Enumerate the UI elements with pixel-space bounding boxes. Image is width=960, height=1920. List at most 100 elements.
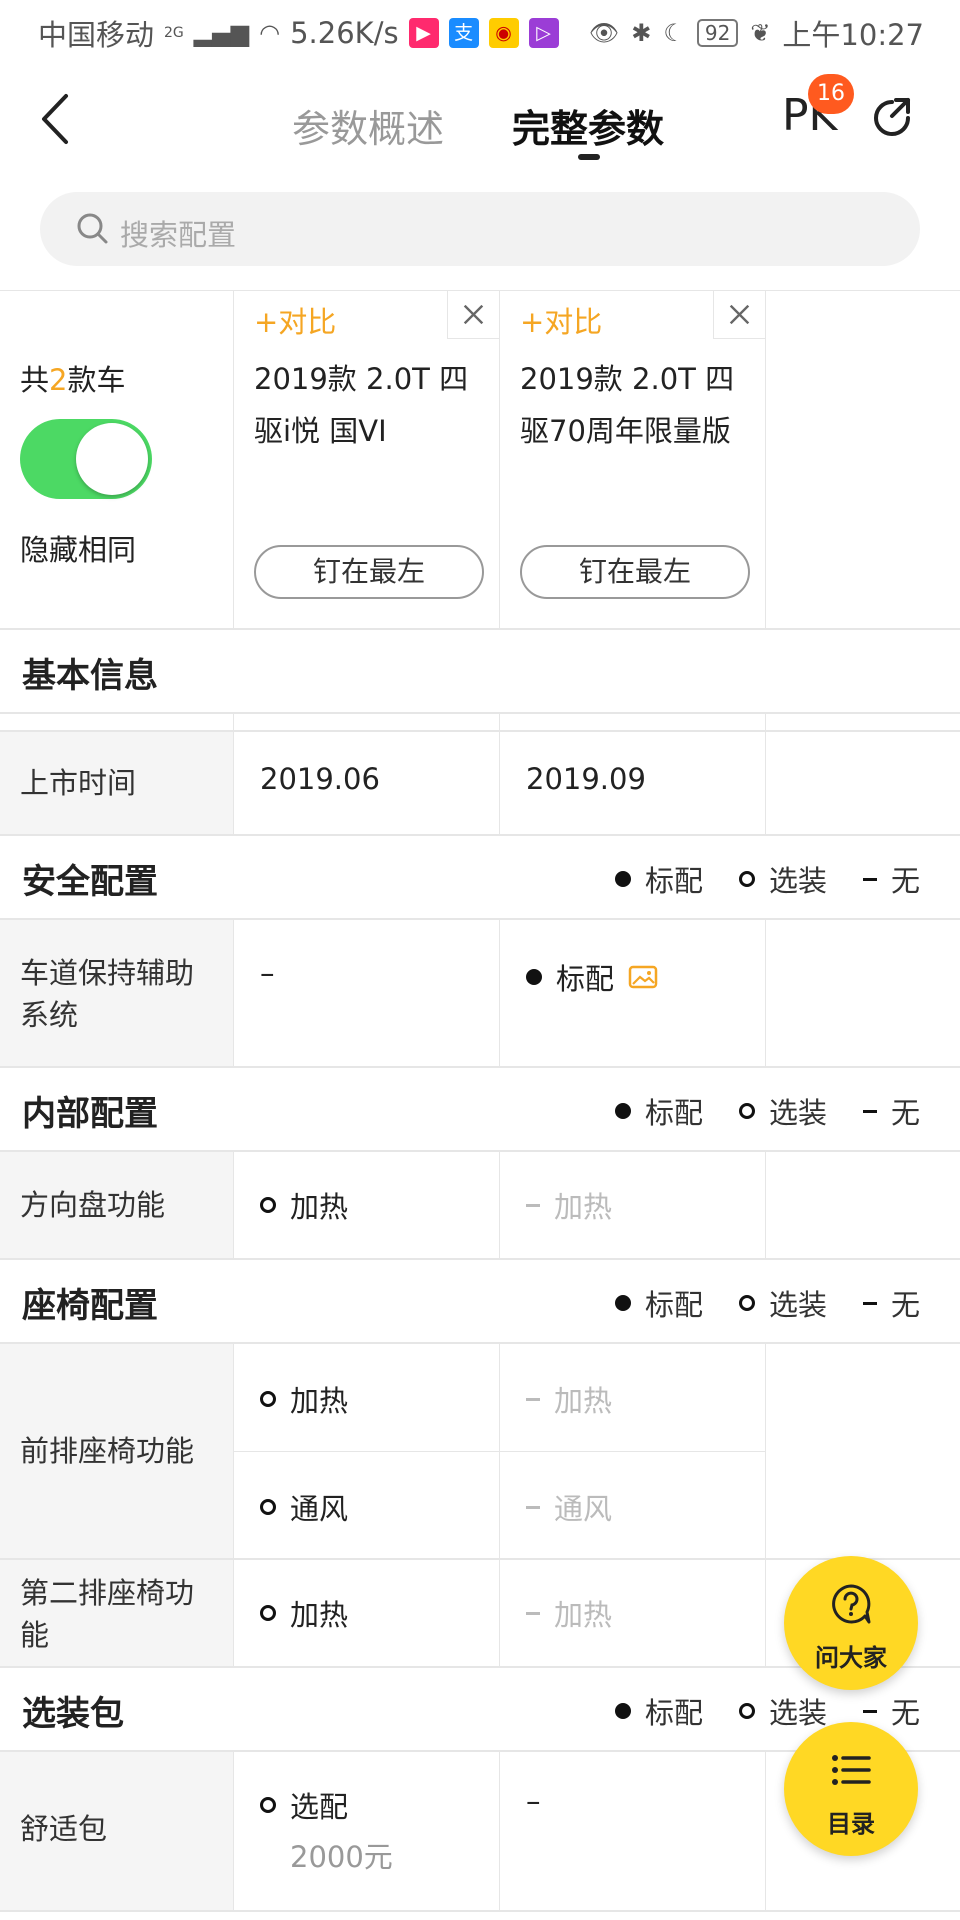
car-name: 2019款 2.0T 四驱i悦 国VI [254,362,469,448]
value-text: 2019.06 [260,762,380,796]
count-prefix: 共 [20,363,50,397]
pin-left-button[interactable]: 钉在最左 [254,545,484,599]
value-cell: 加热 [234,1152,500,1258]
row-label: 第二排座椅功能 [20,1576,195,1652]
pin-left-button[interactable]: 钉在最左 [520,545,750,599]
clock: 上午10:27 [782,18,924,52]
add-compare-button[interactable]: +对比 [254,299,336,341]
car-column-2: +对比 2019款 2.0T 四驱70周年限量版 钉在最左 [500,291,766,629]
legend-text: 选装 [768,1288,827,1322]
legend-text: 标配 [644,1696,703,1730]
signal-bars-icon: ▂▄▆ [193,19,250,47]
section-header-basic: 基本信息 [0,630,960,714]
value-cell: – [234,920,500,1066]
legend-optional: 选装 [738,1690,827,1732]
dash-icon [526,1397,540,1401]
row-label: 舒适包 [20,1812,108,1846]
car-header-left: 共2款车 隐藏相同 [0,291,234,629]
value-none: 加热 [526,1184,612,1226]
divider [234,1451,766,1452]
value-text: 2019.09 [526,762,646,796]
hide-same-label: 隐藏相同 [20,533,137,567]
car-name: 2019款 2.0T 四驱70周年限量版 [520,362,735,448]
tab-overview[interactable]: 参数概述 [292,98,444,153]
value-text: 加热 [290,1384,349,1418]
app-icon-video: ▶ [408,18,439,48]
ring-icon [260,1499,276,1515]
section-header-seats: 座椅配置 标配 选装 无 [0,1260,960,1344]
battery-icon: 92 [696,19,739,47]
close-icon[interactable] [447,291,499,339]
app-icon-purple: ▷ [528,18,559,48]
filled-dot-icon [614,871,631,887]
row-label-cell: 方向盘功能 [0,1152,234,1258]
row-label-cell: 舒适包 [0,1752,234,1910]
legend-standard: 标配 [614,1090,703,1132]
section-title: 基本信息 [22,656,158,696]
value-text: 标配 [556,962,615,996]
search-bar[interactable]: 搜索配置 [40,192,920,266]
close-icon[interactable] [713,291,765,339]
section-header-safety: 安全配置 标配 选装 无 [0,836,960,920]
alipay-icon: 支 [448,18,479,48]
dash-icon [862,1109,877,1113]
leaf-icon: ❦ [750,19,771,47]
section-title: 内部配置 [22,1094,158,1134]
legend-text: 无 [890,1696,920,1730]
legend-optional: 选装 [738,1090,827,1132]
spacer-row [0,714,960,732]
catalog-button[interactable]: 目录 [784,1722,918,1856]
ring-icon [260,1797,276,1813]
legend-text: 标配 [644,864,703,898]
list-icon [832,1755,871,1785]
filled-dot-icon [526,969,542,985]
add-compare-button[interactable]: +对比 [520,299,602,341]
dash-icon [862,877,877,881]
legend-optional: 选装 [738,1282,827,1324]
legend: 标配 选装 无 [614,1090,920,1132]
table-row: 前排座椅功能 加热 通风 加热 通风 [0,1344,960,1560]
value-standard: 标配 [526,956,658,998]
pk-count-badge: 16 [808,74,854,114]
tab-indicator [578,154,600,160]
legend-text: 选装 [768,1096,827,1130]
section-title: 安全配置 [22,862,158,902]
image-icon[interactable] [628,965,658,989]
value-text: – [260,956,275,990]
row-label: 前排座椅功能 [20,1434,195,1468]
hide-same-toggle[interactable] [20,419,152,499]
value-cell: 2019.09 [500,732,766,834]
tab-full-params[interactable]: 完整参数 [512,98,664,153]
app-icon-yellow: ◉ [488,18,519,48]
dash-icon [526,1203,540,1207]
legend-text: 无 [890,1288,920,1322]
dash-icon [862,1301,877,1305]
value-cell: 加热 [500,1560,766,1666]
value-optional: 加热 [260,1184,348,1226]
value-optional: 选配 [260,1784,348,1826]
section-header-interior: 内部配置 标配 选装 无 [0,1068,960,1152]
value-cell: 选配 2000元 [234,1752,500,1910]
value-cell: 标配 [500,920,766,1066]
value-none: 加热 [526,1378,612,1420]
ask-everyone-button[interactable]: 问大家 [784,1556,918,1690]
legend-text: 标配 [644,1288,703,1322]
value-cell: 2019.06 [234,732,500,834]
table-row: 方向盘功能 加热 加热 [0,1152,960,1260]
value-optional: 加热 [260,1378,348,1420]
car-header: 共2款车 隐藏相同 +对比 2019款 2.0T 四驱i悦 国VI 钉在最左 +… [0,290,960,630]
status-bar: 中国移动 2G ▂▄▆ ◠ 5.26K/s ▶ 支 ◉ ▷ 👁 ✱ ☾ 92 ❦… [0,0,960,64]
question-bubble-icon [832,1584,871,1624]
value-none: 加热 [526,1592,612,1634]
car-column-1: +对比 2019款 2.0T 四驱i悦 国VI 钉在最左 [234,291,500,629]
count-number: 2 [49,363,68,397]
value-text: – [526,1784,541,1818]
back-arrow-icon[interactable] [36,92,76,146]
filled-dot-icon [614,1103,631,1119]
legend-text: 无 [890,1096,920,1130]
car-count: 共2款车 [20,357,125,399]
legend-none: 无 [862,858,920,900]
ring-icon [738,1103,755,1119]
dash-icon [526,1505,540,1509]
share-icon[interactable] [870,94,914,138]
